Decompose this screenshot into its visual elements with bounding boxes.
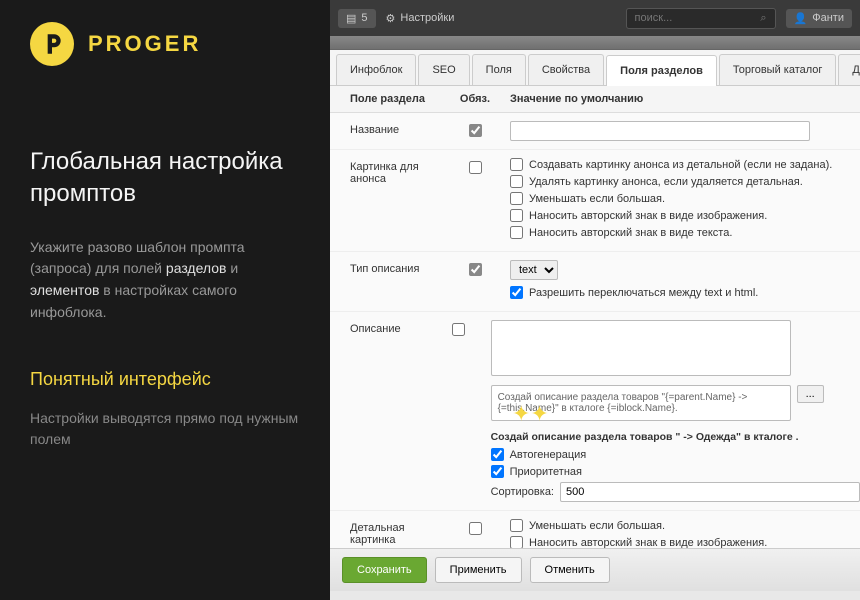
tab-section-fields[interactable]: Поля разделов [606,55,717,86]
required-checkbox[interactable] [452,323,465,336]
option-checkbox[interactable] [510,519,523,532]
promo-desc: Укажите разово шаблон промпта (запроса) … [30,237,300,324]
col-required: Обяз. [450,93,500,105]
subbar [330,36,860,50]
required-checkbox[interactable] [469,161,482,174]
priority-checkbox[interactable] [491,465,504,478]
option-checkbox[interactable] [510,226,523,239]
option-checkbox[interactable] [510,192,523,205]
sort-input[interactable] [560,482,860,502]
table-row: Тип описания text Разрешить переключатьс… [330,252,860,312]
tab-props[interactable]: Свойства [528,54,604,85]
logo-text: PROGER [88,31,201,57]
tab-infoblock[interactable]: Инфоблок [336,54,416,85]
required-checkbox[interactable] [469,124,482,137]
prompt-menu-button[interactable]: ... [797,385,824,403]
user-menu[interactable]: 👤 Фанти [786,9,852,28]
tabs: Инфоблок SEO Поля Свойства Поля разделов… [330,50,860,86]
option-checkbox[interactable] [510,286,523,299]
search-icon: ⌕ [760,12,766,25]
tab-catalog[interactable]: Торговый каталог [719,54,837,85]
tab-fields[interactable]: Поля [472,54,526,85]
search-box[interactable]: ⌕ [626,8,776,29]
search-input[interactable] [635,12,761,24]
autogen-checkbox[interactable] [491,448,504,461]
tab-access[interactable]: Доступ [838,54,860,85]
col-name: Поле раздела [330,93,450,105]
desc-type-select[interactable]: text [510,260,558,280]
tab-seo[interactable]: SEO [418,54,469,85]
option-checkbox[interactable] [510,175,523,188]
required-checkbox[interactable] [469,263,482,276]
content: Название Картинка для анонса Создавать к… [330,113,860,591]
logo: PROGER [30,22,300,66]
logo-icon [30,22,74,66]
table-row: Название [330,113,860,150]
promo-subtitle: Понятный интерфейс [30,369,300,390]
book-icon: ▤ [346,12,356,25]
topbar: ▤ 5 ⚙ Настройки ⌕ 👤 Фанти [330,0,860,36]
table-header: Поле раздела Обяз. Значение по умолчанию [330,86,860,113]
footer-buttons: Сохранить Применить Отменить [330,548,860,591]
user-icon: 👤 [794,12,808,25]
promo-subdesc: Настройки выводятся прямо под нужным пол… [30,408,300,451]
name-input[interactable] [510,121,810,141]
apply-button[interactable]: Применить [435,557,522,583]
promo-panel: PROGER Глобальная настройка промптов Ука… [0,0,330,600]
promo-title: Глобальная настройка промптов [30,146,300,211]
description-textarea[interactable] [491,320,791,376]
app-panel: ▤ 5 ⚙ Настройки ⌕ 👤 Фанти Инфоблок SEO П… [330,0,860,600]
gear-icon: ⚙ [386,12,396,25]
prompt-result: Создай описание раздела товаров " -> Оде… [491,431,801,443]
table-row: Описание Создай описание раздела товаров… [330,312,860,511]
table-row: Картинка для анонса Создавать картинку а… [330,150,860,252]
save-button[interactable]: Сохранить [342,557,427,583]
option-checkbox[interactable] [510,158,523,171]
col-default: Значение по умолчанию [500,93,860,105]
settings-link[interactable]: ⚙ Настройки [386,12,455,25]
required-checkbox[interactable] [469,522,482,535]
notifications-button[interactable]: ▤ 5 [338,9,376,28]
option-checkbox[interactable] [510,209,523,222]
prompt-template[interactable]: Создай описание раздела товаров "{=paren… [491,385,791,421]
cancel-button[interactable]: Отменить [530,557,610,583]
